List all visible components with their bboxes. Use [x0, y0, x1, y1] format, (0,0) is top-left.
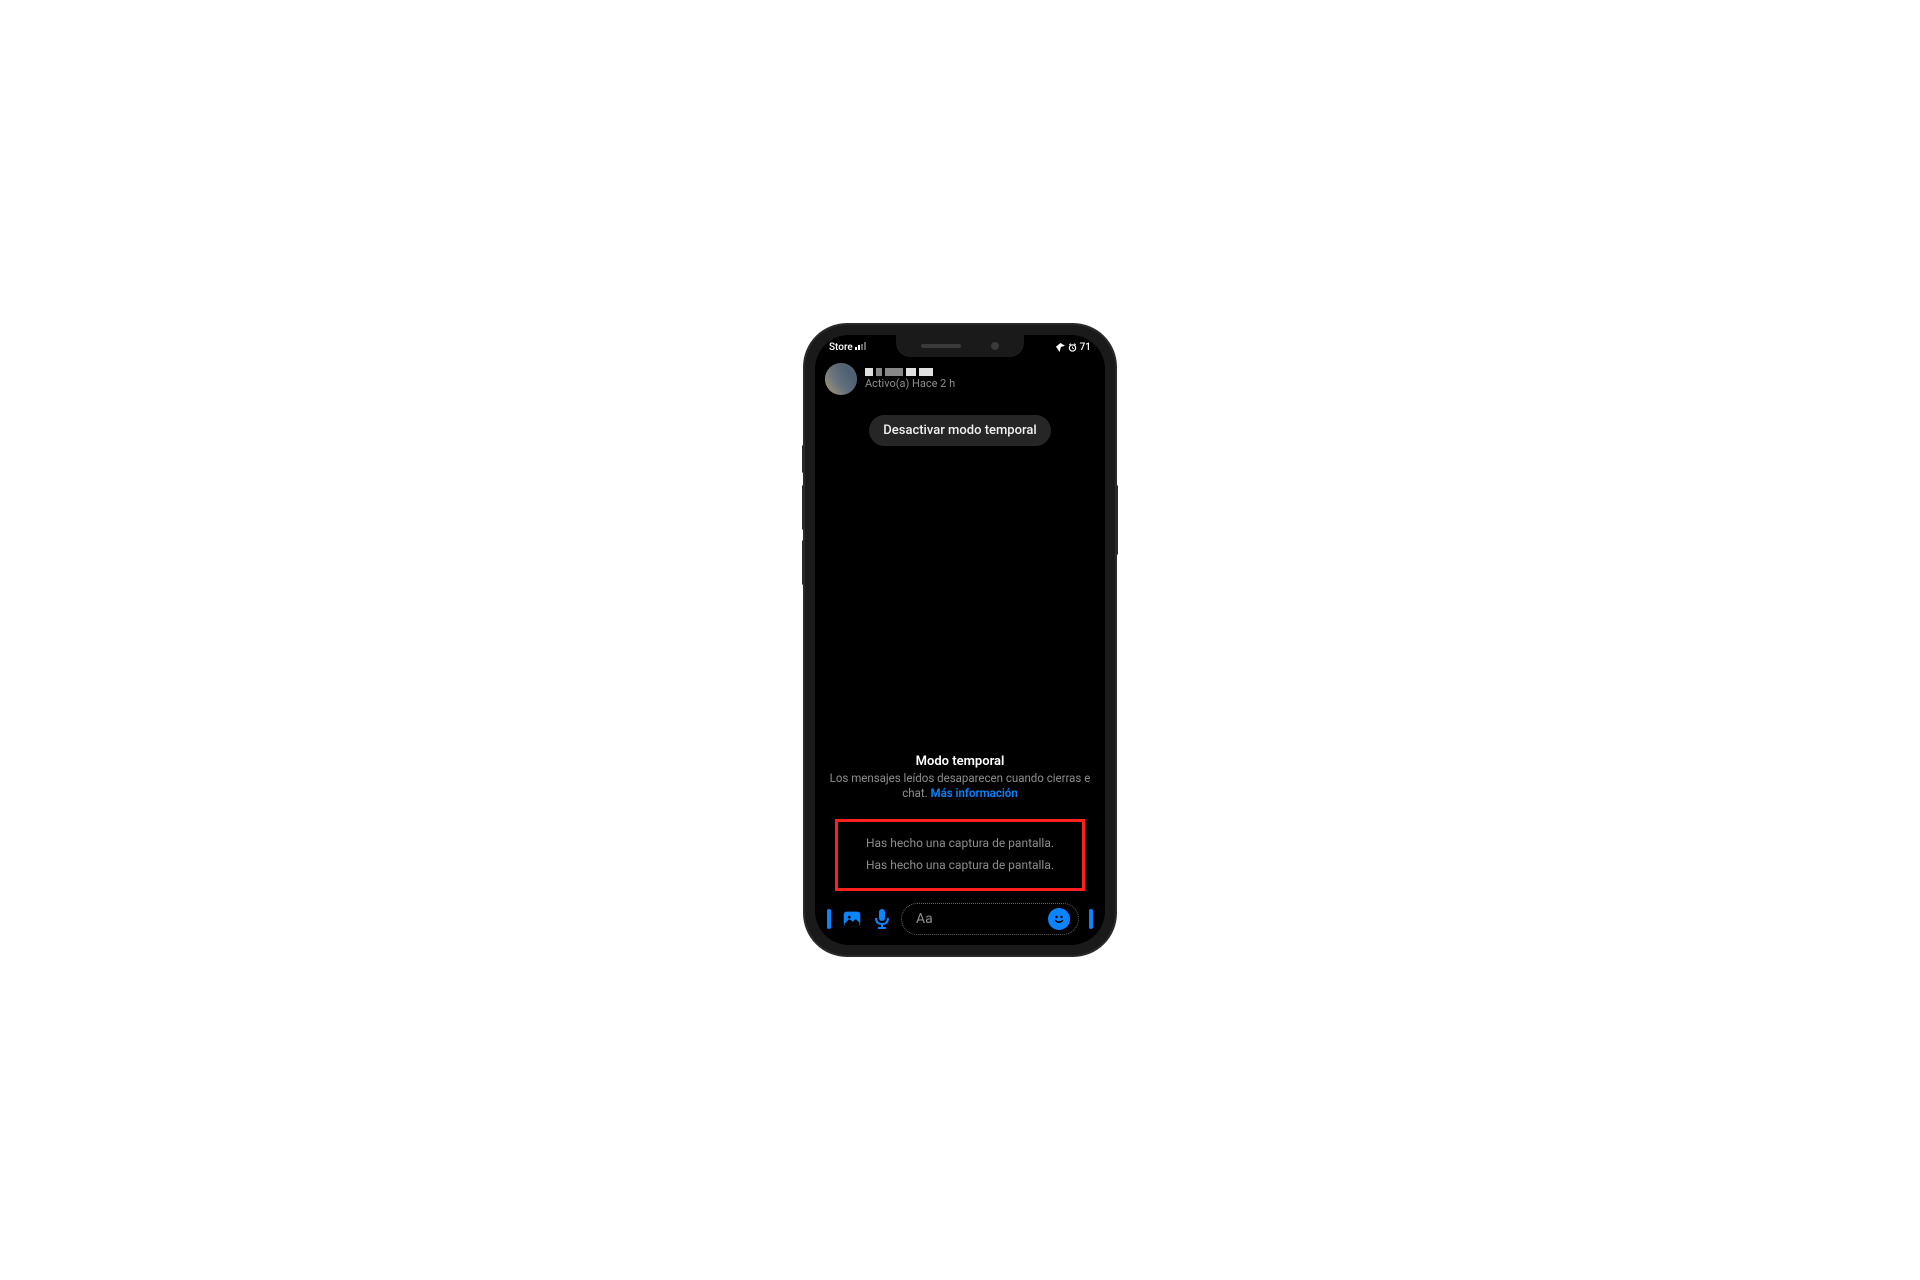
- contact-name: [865, 368, 955, 376]
- signal-icon: [855, 342, 867, 350]
- alarm-icon: [1068, 343, 1077, 352]
- chat-header[interactable]: Activo(a) Hace 2 h: [815, 359, 1105, 403]
- vanish-mode-title: Modo temporal: [825, 754, 1095, 769]
- side-button-volume-down: [802, 540, 805, 585]
- message-input[interactable]: Aa: [901, 903, 1079, 935]
- more-info-link[interactable]: Más información: [931, 786, 1018, 800]
- send-like-edge[interactable]: [1089, 909, 1093, 929]
- microphone-icon[interactable]: [873, 908, 891, 930]
- system-message: Has hecho una captura de pantalla.: [844, 832, 1076, 854]
- status-back-app[interactable]: Store: [829, 342, 853, 353]
- input-placeholder: Aa: [916, 911, 1040, 927]
- location-icon: [1056, 343, 1065, 352]
- system-message: Has hecho una captura de pantalla.: [844, 854, 1076, 876]
- message-input-bar: Aa: [821, 897, 1099, 945]
- disable-vanish-mode-button[interactable]: Desactivar modo temporal: [869, 415, 1050, 446]
- notch: [896, 335, 1024, 357]
- side-button-volume-up: [802, 485, 805, 530]
- vanish-mode-info: Modo temporal Los mensajes leídos desapa…: [821, 754, 1099, 801]
- battery-percentage: 71: [1080, 342, 1091, 353]
- gallery-icon[interactable]: [841, 908, 863, 930]
- active-status: Activo(a) Hace 2 h: [865, 377, 955, 390]
- side-button-silence: [802, 445, 805, 473]
- chat-body: Desactivar modo temporal Modo temporal L…: [815, 403, 1105, 945]
- side-button-power: [1115, 485, 1118, 555]
- phone-frame: Store 71: [805, 325, 1115, 955]
- annotation-highlight-box: Has hecho una captura de pantalla. Has h…: [835, 819, 1085, 891]
- more-actions-edge[interactable]: [827, 909, 831, 929]
- emoji-icon[interactable]: [1048, 908, 1070, 930]
- screen: Store 71: [815, 335, 1105, 945]
- avatar[interactable]: [825, 363, 857, 395]
